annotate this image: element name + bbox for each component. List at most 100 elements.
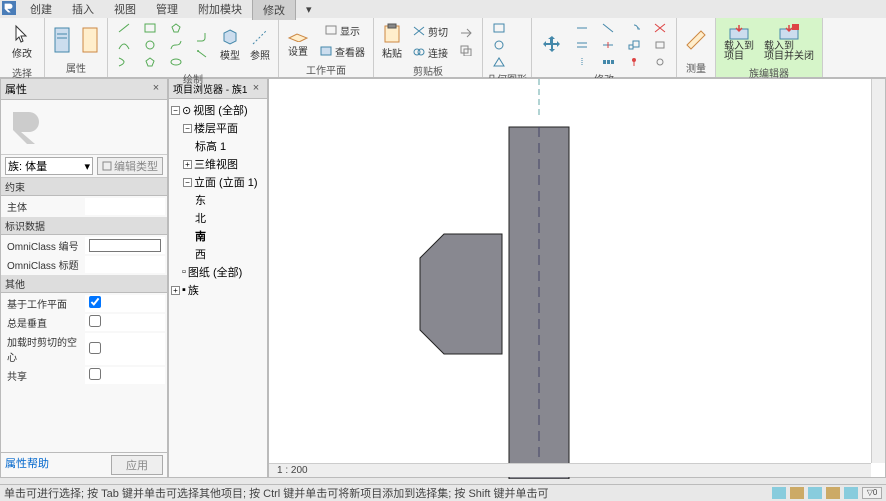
arc-icon <box>117 39 131 51</box>
array-button[interactable] <box>596 54 620 70</box>
tree-level1[interactable]: 标高 1 <box>171 137 265 155</box>
paste-icon <box>382 22 402 44</box>
edit-type-icon <box>102 161 112 171</box>
mirror-button[interactable] <box>570 54 594 70</box>
copy-button[interactable] <box>454 42 478 58</box>
arc3-tool[interactable] <box>112 54 136 70</box>
menu-modify[interactable]: 修改 <box>252 0 296 20</box>
pin-button[interactable] <box>622 54 646 70</box>
tree-south[interactable]: 南 <box>171 227 265 245</box>
menu-view[interactable]: 视图 <box>104 0 146 19</box>
mod-x1[interactable] <box>648 20 672 36</box>
mod-x3[interactable] <box>648 54 672 70</box>
menu-insert[interactable]: 插入 <box>62 0 104 19</box>
polygon2-icon <box>169 22 183 34</box>
collapse-icon[interactable]: − <box>183 178 192 187</box>
ribbon-group-family: 载入到 项目 载入到 项目并关闭 族编辑器 <box>716 18 823 77</box>
match-button[interactable] <box>454 25 478 41</box>
show-wp-button[interactable]: 显示 <box>315 20 369 40</box>
ellipse-tool[interactable] <box>164 54 188 70</box>
tree-elevations[interactable]: −立面 (立面 1) <box>171 173 265 191</box>
model-button[interactable]: 模型 <box>216 26 244 64</box>
modify-button[interactable]: 修改 <box>4 20 40 64</box>
type-selector[interactable]: 族: 体量 ▾ <box>5 157 93 175</box>
spline-tool[interactable] <box>164 37 188 53</box>
status-icon[interactable] <box>808 487 822 499</box>
load-close-button[interactable]: 载入到 项目并关闭 <box>760 20 818 64</box>
props-help-link[interactable]: 属性帮助 <box>5 455 49 475</box>
props-button[interactable] <box>49 24 75 56</box>
line-tool[interactable] <box>112 20 136 36</box>
polyc-tool[interactable] <box>164 20 188 36</box>
view-scale[interactable]: 1 : 200 <box>269 465 316 476</box>
collapse-icon[interactable]: − <box>171 106 180 115</box>
geo-2[interactable] <box>487 37 511 53</box>
status-icon[interactable] <box>790 487 804 499</box>
ref-icon <box>251 28 269 46</box>
paste-button[interactable]: 粘贴 <box>378 20 406 62</box>
prop-row-workplane: 基于工作平面 <box>3 295 165 312</box>
viewer-wp-button[interactable]: 查看器 <box>315 41 369 61</box>
shared-checkbox[interactable] <box>89 368 101 380</box>
fillet-icon <box>195 31 209 43</box>
tree-east[interactable]: 东 <box>171 191 265 209</box>
tree-3dviews[interactable]: +三维视图 <box>171 155 265 173</box>
mod-x2[interactable] <box>648 37 672 53</box>
expand-icon[interactable]: + <box>183 160 192 169</box>
align-button[interactable] <box>570 20 594 36</box>
poly-tool[interactable] <box>138 54 162 70</box>
rotate-button[interactable] <box>622 20 646 36</box>
trim-button[interactable] <box>596 20 620 36</box>
load-project-button[interactable]: 载入到 项目 <box>720 20 758 64</box>
join-button[interactable]: 连接 <box>408 42 452 62</box>
move-button[interactable] <box>536 31 568 59</box>
viewer-wp-icon <box>319 45 333 57</box>
split-button[interactable] <box>596 37 620 53</box>
geo-1[interactable] <box>487 20 511 36</box>
offset-button[interactable] <box>570 37 594 53</box>
ellipse-icon <box>169 56 183 68</box>
cutvoid-checkbox[interactable] <box>89 342 101 354</box>
scale-button[interactable] <box>622 37 646 53</box>
status-icon[interactable] <box>826 487 840 499</box>
tree-sheets[interactable]: ▫图纸 (全部) <box>171 263 265 281</box>
menu-addins[interactable]: 附加模块 <box>188 0 252 19</box>
pick-icon <box>195 48 209 60</box>
prop-row-shared: 共享 <box>3 367 165 384</box>
circ-tool[interactable] <box>138 37 162 53</box>
menu-expand[interactable]: ▾ <box>296 1 322 18</box>
drawing-canvas[interactable]: 1 : 200 <box>268 78 886 478</box>
tree-views[interactable]: −⊙视图 (全部) <box>171 101 265 119</box>
geo-3[interactable] <box>487 54 511 70</box>
arc3-icon <box>117 56 131 68</box>
statusbar: 单击可进行选择; 按 Tab 键并单击可选择其他项目; 按 Ctrl 键并单击可… <box>0 484 886 500</box>
cut-button[interactable]: 剪切 <box>408 21 452 41</box>
set-wp-button[interactable]: 设置 <box>283 22 313 60</box>
model-icon <box>221 28 239 46</box>
workplane-checkbox[interactable] <box>89 296 101 308</box>
family-types-button[interactable] <box>77 24 103 56</box>
ref-button[interactable]: 参照 <box>246 26 274 64</box>
apply-button[interactable]: 应用 <box>111 455 163 475</box>
tree-north[interactable]: 北 <box>171 209 265 227</box>
collapse-icon[interactable]: − <box>183 124 192 133</box>
status-icon[interactable] <box>772 487 786 499</box>
fillet-tool[interactable] <box>190 29 214 45</box>
menu-manage[interactable]: 管理 <box>146 0 188 19</box>
arc-tool[interactable] <box>112 37 136 53</box>
vertical-scrollbar[interactable] <box>871 79 885 463</box>
join-icon <box>412 46 426 58</box>
vertical-checkbox[interactable] <box>89 315 101 327</box>
menu-create[interactable]: 创建 <box>20 0 62 19</box>
horizontal-scrollbar[interactable]: 1 : 200 <box>269 463 871 477</box>
tree-families[interactable]: +▪族 <box>171 281 265 299</box>
measure-button[interactable] <box>681 27 711 53</box>
filter-icon[interactable]: ▽0 <box>862 487 882 499</box>
rect-tool[interactable] <box>138 20 162 36</box>
tree-west[interactable]: 西 <box>171 245 265 263</box>
tree-floorplans[interactable]: −楼层平面 <box>171 119 265 137</box>
pick-tool[interactable] <box>190 46 214 62</box>
expand-icon[interactable]: + <box>171 286 180 295</box>
status-icon[interactable] <box>844 487 858 499</box>
edit-type-button[interactable]: 编辑类型 <box>97 157 163 175</box>
